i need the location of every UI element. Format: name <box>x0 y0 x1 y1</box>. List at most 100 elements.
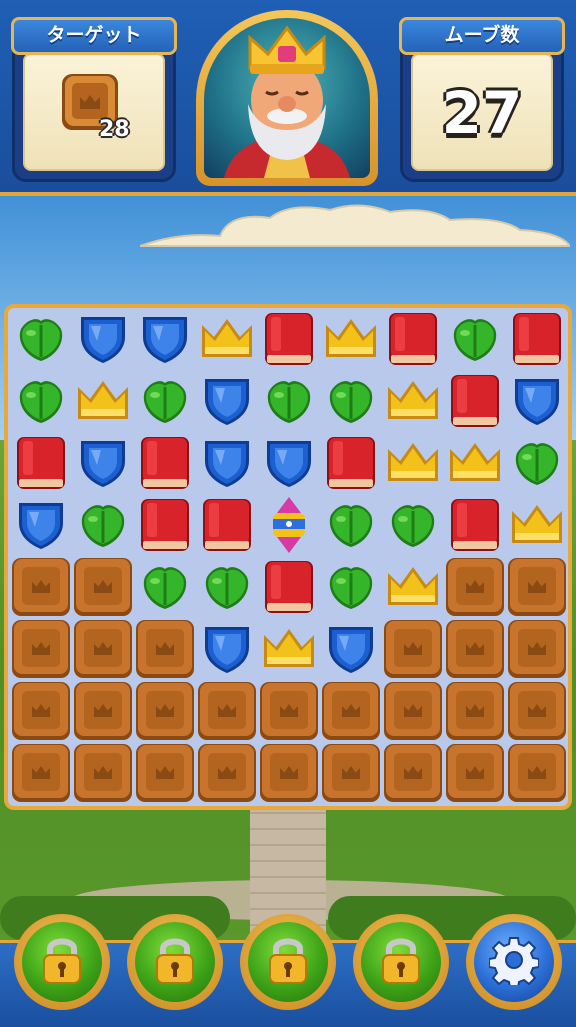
tile-wooden-crate <box>320 742 382 804</box>
tile-wooden-crate <box>506 680 568 742</box>
red-book-icon <box>513 313 561 365</box>
tile-green-leaf[interactable] <box>320 556 382 618</box>
tile-propeller-powerup[interactable] <box>258 494 320 556</box>
tile-blue-shield[interactable] <box>72 432 134 494</box>
tile-yellow-crown[interactable] <box>72 370 134 432</box>
tile-wooden-crate <box>444 618 506 680</box>
booster-slot-4[interactable] <box>353 914 449 1010</box>
tile-red-book[interactable] <box>134 494 196 556</box>
tile-yellow-crown[interactable] <box>382 556 444 618</box>
blue-shield-icon <box>205 441 249 487</box>
blue-shield-icon <box>143 317 187 363</box>
tile-yellow-crown[interactable] <box>382 370 444 432</box>
booster-slot-3[interactable] <box>240 914 336 1010</box>
yellow-crown-icon <box>264 629 314 667</box>
tile-yellow-crown[interactable] <box>506 494 568 556</box>
tile-green-leaf[interactable] <box>444 308 506 370</box>
booster-slot-1[interactable] <box>14 914 110 1010</box>
tile-wooden-crate <box>72 618 134 680</box>
tile-green-leaf[interactable] <box>382 494 444 556</box>
wooden-crate-icon <box>12 620 70 678</box>
tile-blue-shield[interactable] <box>506 370 568 432</box>
tile-green-leaf[interactable] <box>258 370 320 432</box>
tile-wooden-crate <box>10 742 72 804</box>
red-book-icon <box>389 313 437 365</box>
tile-red-book[interactable] <box>258 308 320 370</box>
tile-green-leaf[interactable] <box>320 370 382 432</box>
wooden-crate-icon <box>446 558 504 616</box>
tile-blue-shield[interactable] <box>320 618 382 680</box>
target-panel: ターゲット 28 <box>11 17 177 182</box>
wooden-crate-icon <box>74 620 132 678</box>
red-book-icon <box>141 437 189 489</box>
red-book-icon <box>327 437 375 489</box>
tile-red-book[interactable] <box>506 308 568 370</box>
tile-green-leaf[interactable] <box>134 556 196 618</box>
tile-green-leaf[interactable] <box>10 370 72 432</box>
tile-wooden-crate <box>382 618 444 680</box>
tile-wooden-crate <box>72 556 134 618</box>
green-leaf-icon <box>143 381 187 423</box>
tile-green-leaf[interactable] <box>134 370 196 432</box>
green-leaf-icon <box>267 381 311 423</box>
king-avatar <box>224 25 350 178</box>
wooden-crate-icon <box>446 682 504 740</box>
yellow-crown-icon <box>388 567 438 605</box>
tile-wooden-crate <box>134 680 196 742</box>
tile-red-book[interactable] <box>134 432 196 494</box>
tile-green-leaf[interactable] <box>72 494 134 556</box>
yellow-crown-icon <box>450 443 500 481</box>
tile-wooden-crate <box>382 680 444 742</box>
wooden-crate-icon <box>446 620 504 678</box>
tile-red-book[interactable] <box>320 432 382 494</box>
tile-blue-shield[interactable] <box>196 370 258 432</box>
tile-wooden-crate <box>10 680 72 742</box>
tile-blue-shield[interactable] <box>10 494 72 556</box>
tile-green-leaf[interactable] <box>10 308 72 370</box>
padlock-icon <box>153 935 197 989</box>
tile-yellow-crown[interactable] <box>444 432 506 494</box>
tile-yellow-crown[interactable] <box>258 618 320 680</box>
tile-yellow-crown[interactable] <box>320 308 382 370</box>
wooden-crate-icon <box>508 744 566 802</box>
green-leaf-icon <box>19 319 63 361</box>
settings-button[interactable] <box>466 914 562 1010</box>
red-book-icon <box>451 375 499 427</box>
top-hud: ターゲット 28 ムーブ数 27 <box>0 0 576 196</box>
wooden-crate-icon <box>260 682 318 740</box>
tile-red-book[interactable] <box>444 494 506 556</box>
booster-slot-2[interactable] <box>127 914 223 1010</box>
tile-wooden-crate <box>506 742 568 804</box>
red-book-icon <box>203 499 251 551</box>
tile-blue-shield[interactable] <box>134 308 196 370</box>
tile-green-leaf[interactable] <box>196 556 258 618</box>
tile-blue-shield[interactable] <box>196 432 258 494</box>
tile-wooden-crate <box>258 680 320 742</box>
tile-blue-shield[interactable] <box>258 432 320 494</box>
tile-green-leaf[interactable] <box>506 432 568 494</box>
tile-red-book[interactable] <box>196 494 258 556</box>
red-book-icon <box>141 499 189 551</box>
tile-blue-shield[interactable] <box>196 618 258 680</box>
wooden-crate-icon <box>12 682 70 740</box>
tile-yellow-crown[interactable] <box>382 432 444 494</box>
tile-red-book[interactable] <box>444 370 506 432</box>
target-label: ターゲット <box>11 17 177 55</box>
tile-blue-shield[interactable] <box>72 308 134 370</box>
tile-wooden-crate <box>506 618 568 680</box>
tile-red-book[interactable] <box>258 556 320 618</box>
tile-red-book[interactable] <box>10 432 72 494</box>
tile-red-book[interactable] <box>382 308 444 370</box>
moves-panel: ムーブ数 27 <box>399 17 565 182</box>
green-leaf-icon <box>453 319 497 361</box>
tile-wooden-crate <box>444 556 506 618</box>
wooden-crate-icon <box>136 744 194 802</box>
blue-shield-icon <box>81 317 125 363</box>
yellow-crown-icon <box>202 319 252 357</box>
padlock-icon <box>40 935 84 989</box>
tile-green-leaf[interactable] <box>320 494 382 556</box>
tile-wooden-crate <box>444 742 506 804</box>
wooden-crate-icon <box>74 558 132 616</box>
tile-wooden-crate <box>10 618 72 680</box>
tile-yellow-crown[interactable] <box>196 308 258 370</box>
